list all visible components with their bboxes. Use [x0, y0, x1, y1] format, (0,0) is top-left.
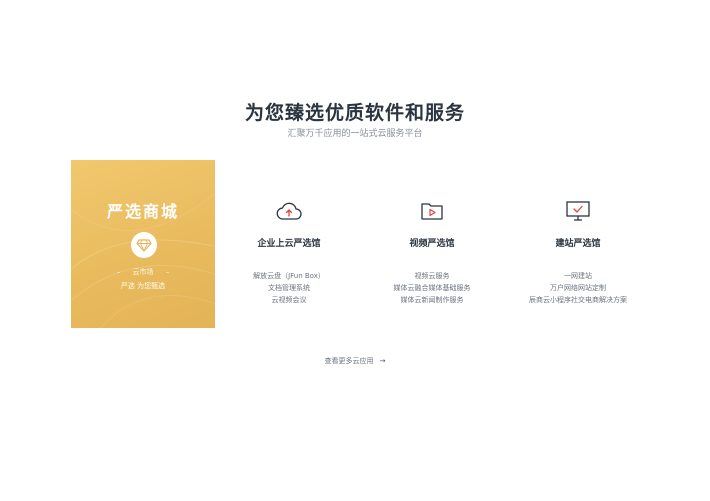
category-video[interactable]: 视频严选馆 视频云服务 媒体云融合媒体基础服务 媒体云新闻制作服务: [357, 200, 507, 306]
view-more-link[interactable]: 查看更多云应用 →: [0, 356, 710, 366]
diamond-icon: [131, 232, 157, 258]
promo-label: – 云市场 –: [71, 267, 215, 277]
section-subtitle: 汇聚万千应用的一站式云服务平台: [287, 129, 423, 139]
promo-card[interactable]: 严选商城 – 云市场 – 严选 为您甄选: [71, 160, 215, 328]
list-item[interactable]: 万户网络网站定制: [503, 282, 653, 294]
cloud-upload-icon: [276, 202, 302, 220]
promo-slogan: 严选 为您甄选: [120, 282, 166, 290]
list-item[interactable]: 一网建站: [503, 270, 653, 282]
dash-left: –: [116, 268, 121, 276]
category-website[interactable]: 建站严选馆 一网建站 万户网络网站定制 辰商云小程序社交电商解决方案: [503, 200, 653, 306]
list-item[interactable]: 辰商云小程序社交电商解决方案: [503, 294, 653, 306]
promo-title: 严选商城: [106, 202, 179, 221]
list-item[interactable]: 解放云盘（JFun Box）: [214, 270, 364, 282]
category-name: 企业上云严选馆: [257, 239, 321, 249]
list-item[interactable]: 文档管理系统: [214, 282, 364, 294]
monitor-check-icon: [566, 201, 590, 221]
list-item[interactable]: 云视频会议: [214, 294, 364, 306]
list-item[interactable]: 视频云服务: [357, 270, 507, 282]
promo-line1: 云市场: [132, 268, 154, 276]
section-title: 为您臻选优质软件和服务: [244, 102, 465, 124]
dash-right: –: [165, 268, 170, 276]
list-item[interactable]: 媒体云新闻制作服务: [357, 294, 507, 306]
video-folder-icon: [421, 203, 443, 220]
category-name: 视频严选馆: [409, 239, 455, 249]
category-name: 建站严选馆: [555, 239, 601, 249]
list-item[interactable]: 媒体云融合媒体基础服务: [357, 282, 507, 294]
view-more-label: 查看更多云应用: [324, 357, 374, 365]
category-enterprise[interactable]: 企业上云严选馆 解放云盘（JFun Box） 文档管理系统 云视频会议: [214, 200, 364, 306]
arrow-right-icon: →: [379, 357, 386, 365]
